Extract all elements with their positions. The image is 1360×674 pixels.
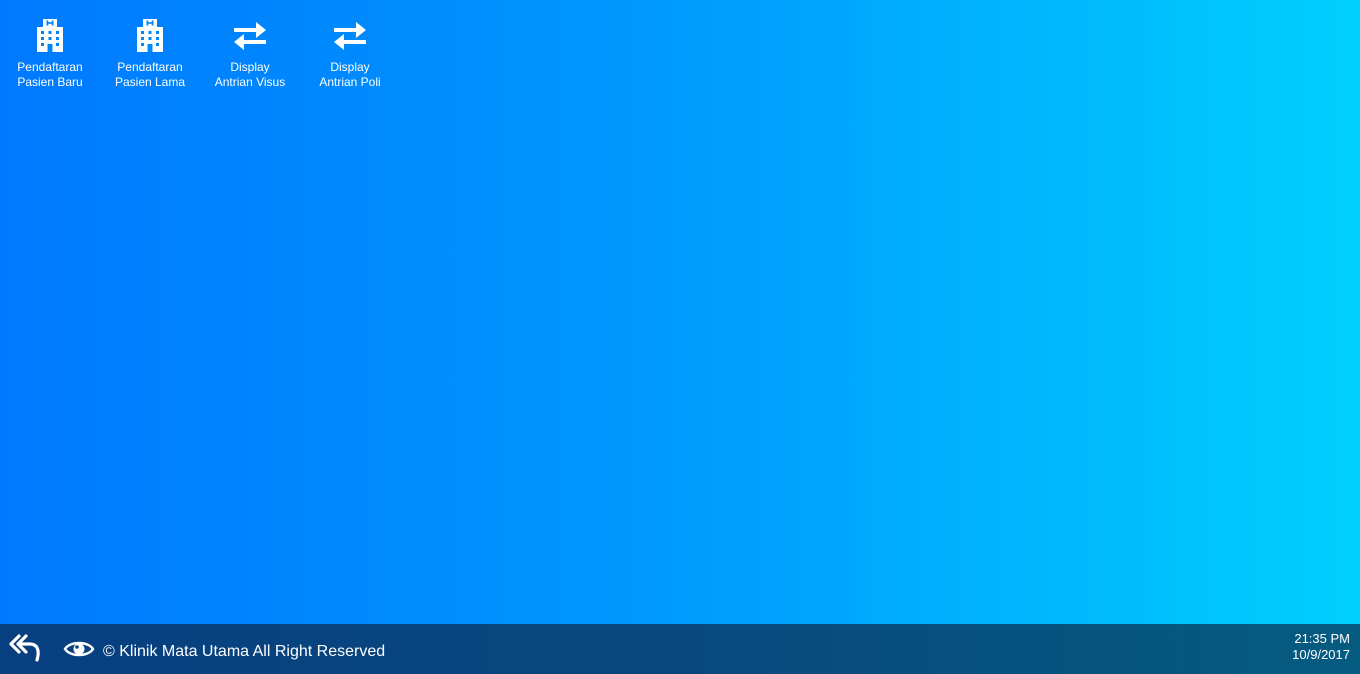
shortcut-pendaftaran-pasien-lama[interactable]: Pendaftaran Pasien Lama bbox=[100, 16, 200, 90]
reply-all-icon[interactable] bbox=[8, 632, 44, 664]
shortcut-label-line1: Pendaftaran bbox=[117, 60, 183, 74]
shortcut-pendaftaran-pasien-baru[interactable]: Pendaftaran Pasien Baru bbox=[0, 16, 100, 90]
clock: 21:35 PM 10/9/2017 bbox=[1292, 631, 1350, 663]
swap-arrows-icon bbox=[230, 16, 270, 56]
shortcut-label-line1: Pendaftaran bbox=[17, 60, 83, 74]
shortcut-label-line2: Antrian Visus bbox=[214, 75, 286, 89]
desktop: Pendaftaran Pasien Baru Pendaftaran Pasi… bbox=[0, 0, 1360, 624]
shortcut-label-line2: Pasien Lama bbox=[114, 75, 186, 89]
shortcut-label-line1: Display bbox=[230, 60, 270, 74]
shortcut-display-antrian-visus[interactable]: Display Antrian Visus bbox=[200, 16, 300, 90]
swap-arrows-icon bbox=[330, 16, 370, 56]
taskbar: © Klinik Mata Utama All Right Reserved 2… bbox=[0, 624, 1360, 674]
clock-time: 21:35 PM bbox=[1294, 631, 1350, 646]
shortcut-label-line2: Pasien Baru bbox=[17, 75, 83, 89]
clock-date: 10/9/2017 bbox=[1292, 647, 1350, 662]
hospital-icon bbox=[130, 16, 170, 56]
shortcut-label-line1: Display bbox=[330, 60, 370, 74]
shortcut-display-antrian-poli[interactable]: Display Antrian Poli bbox=[300, 16, 400, 90]
shortcut-label-line2: Antrian Poli bbox=[319, 75, 381, 89]
hospital-icon bbox=[30, 16, 70, 56]
copyright-text: © Klinik Mata Utama All Right Reserved bbox=[103, 643, 386, 660]
eye-icon bbox=[63, 637, 95, 661]
